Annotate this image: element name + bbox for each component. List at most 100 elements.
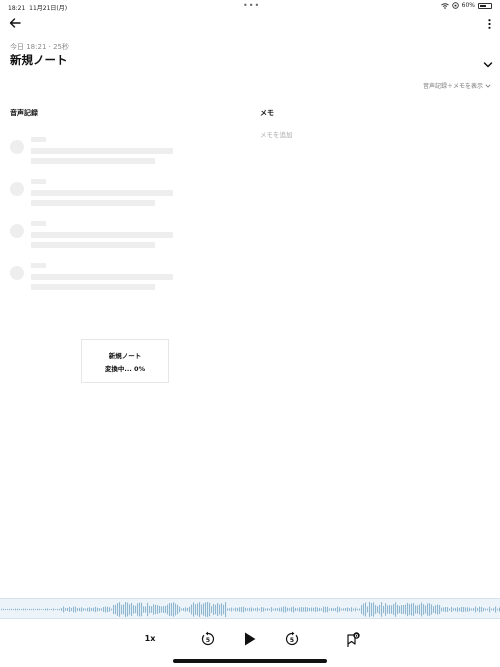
- skeleton-avatar: [10, 140, 24, 154]
- wifi-icon: [440, 2, 449, 9]
- skeleton-line: [31, 148, 173, 154]
- transcript-skeleton-row: [10, 137, 180, 167]
- waveform-bar: [17, 608, 19, 611]
- waveform-bar: [363, 603, 365, 616]
- waveform-bar: [243, 606, 245, 613]
- waveform-bar: [257, 607, 259, 612]
- waveform-bar: [235, 607, 237, 612]
- waveform-bar: [357, 608, 359, 611]
- waveform-bar: [343, 608, 345, 611]
- waveform-bar: [307, 607, 309, 612]
- waveform-bar: [85, 608, 87, 611]
- waveform-bar: [367, 606, 369, 613]
- waveform-bar: [91, 607, 93, 612]
- waveform-bar: [115, 604, 117, 615]
- waveform-bar: [137, 603, 139, 616]
- waveform-bar: [191, 604, 193, 615]
- note-title[interactable]: 新規ノート: [10, 52, 68, 68]
- waveform-bar: [469, 607, 471, 612]
- transcription-progress-card: 新規ノート 変換中... 0%: [81, 339, 169, 383]
- waveform-bar: [15, 608, 17, 611]
- waveform-bar: [385, 603, 387, 616]
- skeleton-line: [31, 190, 173, 196]
- playback-speed-button[interactable]: 1x: [141, 632, 159, 646]
- waveform-bar: [199, 602, 201, 617]
- waveform-bar: [403, 605, 405, 614]
- waveform-bar: [455, 607, 457, 612]
- skeleton-line: [31, 274, 173, 280]
- waveform-bar: [449, 608, 451, 611]
- waveform-bar: [489, 606, 491, 613]
- waveform-bar: [75, 606, 77, 613]
- waveform-bar: [169, 603, 171, 616]
- waveform-bar: [145, 606, 147, 613]
- memo-input[interactable]: メモを追加: [260, 129, 293, 139]
- waveform-bar: [181, 608, 183, 611]
- waveform-bar: [323, 606, 325, 613]
- skeleton-avatar: [10, 266, 24, 280]
- waveform-bar: [369, 602, 371, 617]
- waveform-bar: [9, 608, 11, 611]
- waveform-bar: [211, 606, 213, 613]
- waveform-bar: [373, 602, 375, 617]
- waveform-bar: [11, 608, 13, 611]
- waveform-bar: [81, 607, 83, 612]
- waveform-bar: [171, 603, 173, 616]
- multitasking-dots-icon[interactable]: •••: [243, 1, 260, 10]
- audio-waveform-scrubber[interactable]: [0, 598, 500, 619]
- waveform-bar: [339, 607, 341, 612]
- memo-column-header: メモ: [260, 109, 274, 117]
- waveform-bar: [117, 603, 119, 616]
- waveform-bar: [105, 606, 107, 613]
- waveform-bar: [237, 607, 239, 612]
- waveform-bar: [285, 606, 287, 613]
- waveform-bar: [315, 607, 317, 612]
- waveform-bar: [275, 608, 277, 611]
- waveform-bar: [43, 609, 45, 610]
- waveform-bar: [299, 607, 301, 612]
- waveform-bar: [415, 605, 417, 614]
- rewind-button[interactable]: 5: [200, 631, 216, 647]
- forward-button[interactable]: 5: [284, 631, 300, 647]
- waveform-bar: [347, 607, 349, 612]
- waveform-bar: [399, 605, 401, 614]
- waveform-bar: [57, 608, 59, 611]
- bookmark-button[interactable]: 0: [345, 632, 361, 648]
- waveform-bar: [459, 607, 461, 612]
- expand-toggle-button[interactable]: [483, 54, 493, 68]
- waveform-bar: [37, 608, 39, 611]
- forward-5-icon: 5: [285, 631, 299, 646]
- waveform-bar: [153, 604, 155, 615]
- waveform-bar: [99, 608, 101, 611]
- waveform-bar: [301, 607, 303, 612]
- waveform-bar: [33, 608, 35, 611]
- waveform-bar: [219, 604, 221, 615]
- waveform-bar: [429, 603, 431, 616]
- waveform-bar: [47, 608, 49, 611]
- waveform-bar: [377, 606, 379, 613]
- chevron-down-icon: [483, 62, 493, 68]
- waveform-bar: [141, 602, 143, 617]
- waveform-bar: [93, 607, 95, 612]
- home-indicator[interactable]: [173, 659, 327, 663]
- more-options-button[interactable]: [484, 17, 494, 31]
- waveform-bar: [279, 607, 281, 612]
- back-button[interactable]: [7, 15, 23, 31]
- view-mode-dropdown[interactable]: 音声記録＋メモを表示: [423, 81, 491, 90]
- waveform-bar: [39, 608, 41, 611]
- waveform-bar: [271, 607, 273, 612]
- play-button[interactable]: [243, 631, 257, 647]
- waveform-bar: [447, 607, 449, 612]
- waveform-bar: [51, 608, 53, 611]
- waveform-bar: [329, 608, 331, 611]
- waveform-bar: [409, 604, 411, 615]
- waveform-bar: [7, 608, 9, 611]
- waveform-bar: [355, 607, 357, 612]
- waveform-bar: [361, 605, 363, 614]
- waveform-bar: [231, 607, 233, 612]
- waveform-bar: [5, 609, 7, 610]
- waveform-bar: [253, 608, 255, 611]
- waveform-bar: [189, 606, 191, 613]
- waveform-bar: [187, 607, 189, 612]
- waveform-bar: [379, 604, 381, 615]
